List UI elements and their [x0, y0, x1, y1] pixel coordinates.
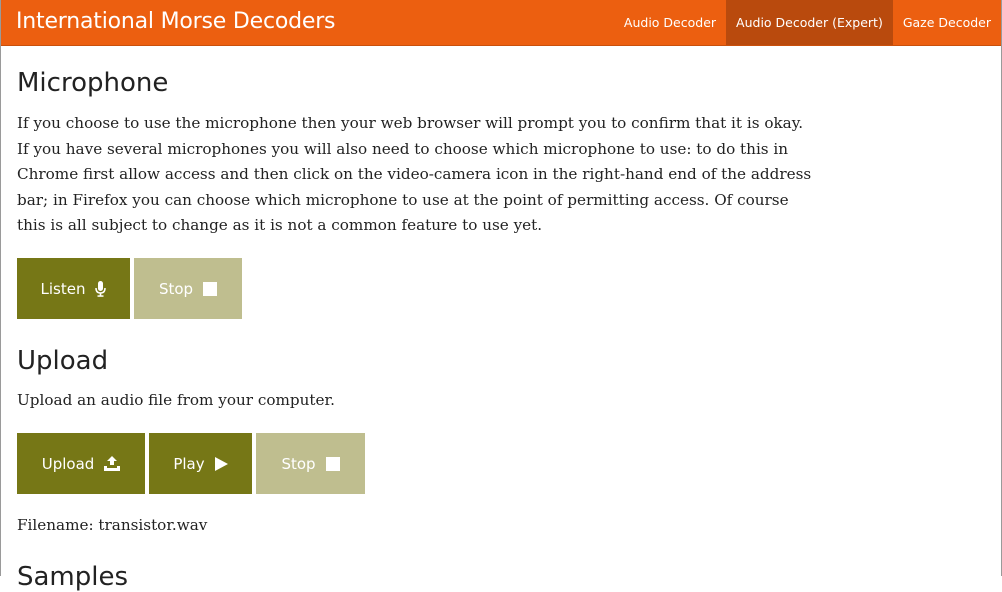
stop-icon [203, 281, 218, 296]
play-button-label: Play [173, 454, 205, 473]
mic-stop-button[interactable]: Stop [134, 258, 242, 319]
nav-audio-decoder-expert[interactable]: Audio Decoder (Expert) [726, 0, 893, 45]
nav-menu: Audio Decoder Audio Decoder (Expert) Gaz… [614, 0, 1001, 45]
microphone-description: If you choose to use the microphone then… [17, 114, 812, 234]
upload-icon [104, 456, 121, 471]
nav-audio-decoder[interactable]: Audio Decoder [614, 0, 726, 45]
app-title[interactable]: International Morse Decoders [16, 9, 336, 34]
stop-icon [325, 456, 340, 471]
top-navbar: International Morse Decoders Audio Decod… [1, 0, 1001, 46]
filename-line: Filename: transistor.wav [17, 513, 817, 539]
upload-button[interactable]: Upload [17, 433, 145, 494]
listen-button[interactable]: Listen [17, 258, 130, 319]
upload-stop-button-label: Stop [281, 454, 316, 473]
filename-label: Filename: [17, 516, 94, 534]
play-button[interactable]: Play [149, 433, 252, 494]
upload-description: Upload an audio file from your computer. [17, 391, 335, 409]
listen-button-label: Listen [40, 279, 86, 298]
samples-heading: Samples [17, 562, 129, 592]
microphone-icon [95, 280, 107, 297]
upload-stop-button[interactable]: Stop [256, 433, 365, 494]
filename-value: transistor.wav [98, 516, 208, 534]
play-icon [214, 456, 228, 471]
microphone-heading: Microphone [17, 68, 169, 98]
nav-gaze-decoder[interactable]: Gaze Decoder [893, 0, 1001, 45]
upload-heading: Upload [17, 346, 109, 376]
upload-button-label: Upload [41, 454, 95, 473]
mic-stop-button-label: Stop [158, 279, 194, 298]
